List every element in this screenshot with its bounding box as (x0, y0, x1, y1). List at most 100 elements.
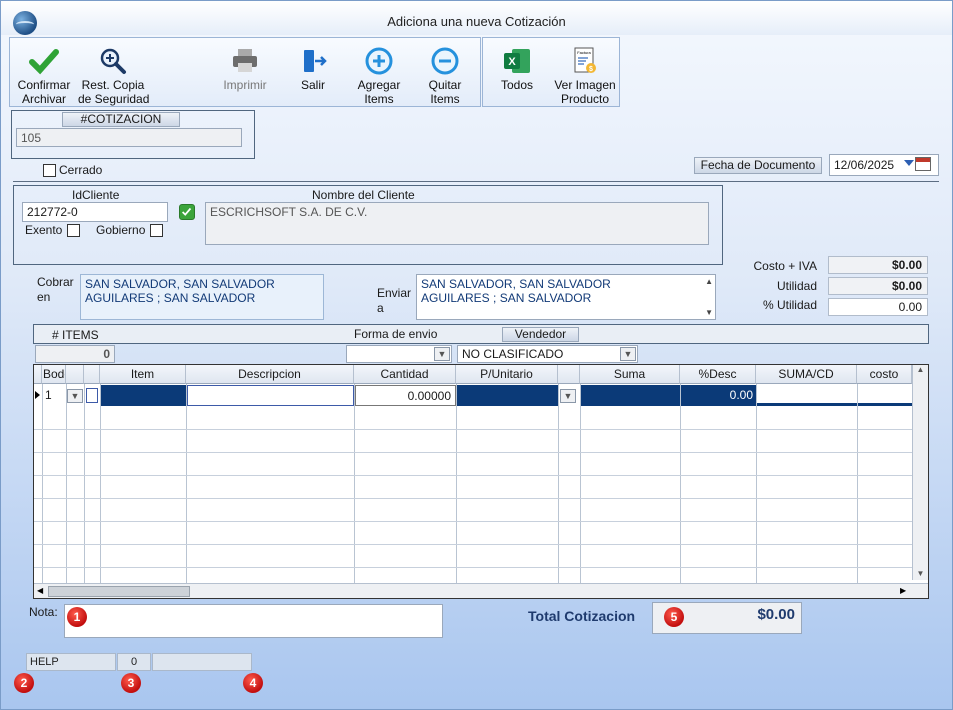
invoice-icon: Factura $ (574, 47, 596, 73)
col-costo[interactable]: costo (857, 365, 912, 384)
cell-suma[interactable] (581, 385, 680, 406)
vendedor-dropdown-icon[interactable]: ▼ (620, 347, 636, 361)
grid-line (186, 384, 187, 584)
grid-row-line (34, 452, 912, 453)
col-suma-cd[interactable]: SUMA/CD (756, 365, 857, 384)
scroll-up-icon[interactable]: ▲ (705, 277, 713, 286)
minus-circle-icon (431, 47, 459, 75)
header-divider (13, 181, 939, 182)
col-dropdown (66, 365, 84, 384)
items-count-value: 0 (35, 345, 115, 363)
col-descripcion[interactable]: Descripcion (186, 365, 354, 384)
grid-scroll-down-icon[interactable]: ▼ (913, 569, 928, 578)
toolbar-main: Confirmar Archivar Rest. Copia de Seguri… (9, 37, 481, 107)
cotizacion-number-field[interactable]: 105 (16, 128, 242, 147)
confirmar-button[interactable]: Confirmar Archivar (10, 38, 78, 106)
grid-line (680, 384, 681, 584)
grid-line (354, 384, 355, 584)
cell-item[interactable] (101, 385, 186, 406)
enviar-label: Enviar (377, 286, 412, 300)
col-cantidad[interactable]: Cantidad (354, 365, 456, 384)
title-bar: Adiciona una nueva Cotización (1, 1, 952, 35)
cell-descripcion[interactable] (187, 385, 354, 406)
validate-cliente-icon[interactable] (179, 204, 195, 220)
col-item[interactable]: Item (100, 365, 186, 384)
grid-row-line (34, 544, 912, 545)
cobrar-label-en: en (37, 290, 51, 304)
callout-badge-2: 2 (14, 673, 34, 693)
idcliente-field[interactable]: 212772-0 (22, 202, 168, 222)
agregar-items-button[interactable]: Agregar Items (346, 38, 412, 106)
scroll-down-icon[interactable]: ▼ (705, 308, 713, 317)
enviar-address-field[interactable]: SAN SALVADOR, SAN SALVADOR AGUILARES ; S… (416, 274, 716, 320)
exento-checkbox[interactable] (67, 224, 80, 237)
col-desc[interactable]: %Desc (680, 365, 756, 384)
cerrado-checkbox[interactable] (43, 164, 56, 177)
ver-imagen-producto-button[interactable]: Factura $ Ver Imagen Producto (551, 38, 619, 106)
callout-badge-4: 4 (243, 673, 263, 693)
cobrar-label: Cobrar (37, 275, 74, 289)
cell-suma-cd[interactable] (757, 385, 857, 406)
gobierno-label: Gobierno (96, 223, 146, 237)
grid-row-line (34, 567, 912, 568)
cotizacion-label: #COTIZACION (62, 112, 180, 127)
forma-envio-label: Forma de envio (354, 327, 438, 341)
grid-line (857, 384, 858, 584)
toolbar-secondary: X Todos Factura $ Ver Imagen Producto (482, 37, 620, 107)
cell-bodega[interactable]: 1 (43, 385, 65, 406)
item-search-icon[interactable] (86, 388, 98, 403)
col-suma[interactable]: Suma (580, 365, 680, 384)
grid-line (84, 384, 85, 584)
col-bodega[interactable]: Bodega (42, 365, 66, 384)
grid-line (756, 384, 757, 584)
grid-vertical-scrollbar[interactable]: ▲ ▼ (912, 365, 928, 580)
excel-icon: X (504, 49, 530, 73)
window-title: Adiciona una nueva Cotización (387, 14, 566, 29)
cell-punitario[interactable] (457, 385, 558, 406)
cell-cantidad[interactable]: 0.00000 (355, 385, 456, 406)
fecha-documento-label: Fecha de Documento (694, 157, 822, 174)
vendedor-select[interactable]: NO CLASIFICADO (457, 345, 638, 363)
grid-row-line (34, 521, 912, 522)
status-count: 0 (117, 653, 151, 671)
cobrar-address-field[interactable]: SAN SALVADOR, SAN SALVADOR AGUILARES ; S… (80, 274, 324, 320)
imprimir-button[interactable]: Imprimir (210, 38, 280, 106)
grid-line (558, 384, 559, 584)
restaurar-copia-button[interactable]: Rest. Copia de Seguridad (78, 38, 149, 106)
utilidad-value: $0.00 (828, 277, 928, 295)
magnifier-plus-icon (100, 48, 126, 74)
cell-desc[interactable]: 0.00 (681, 385, 756, 406)
status-extra (152, 653, 252, 671)
salir-button[interactable]: Salir (280, 38, 346, 106)
cotizacion-window: Adiciona una nueva Cotización Confirmar … (0, 0, 953, 710)
punitario-dropdown-icon[interactable]: ▼ (560, 389, 576, 403)
grid-scroll-thumb[interactable] (48, 586, 190, 597)
forma-envio-dropdown-icon[interactable]: ▼ (434, 347, 450, 361)
checkmark-icon (29, 49, 59, 75)
nombre-cliente-field[interactable]: ESCRICHSOFT S.A. DE C.V. (205, 202, 709, 245)
exento-label: Exento (25, 223, 63, 237)
todos-excel-button[interactable]: X Todos (483, 38, 551, 106)
cell-costo[interactable] (858, 385, 912, 406)
plus-circle-icon (365, 47, 393, 75)
enviar-label-a: a (377, 301, 384, 315)
grid-scroll-left-icon[interactable]: ◀ (37, 586, 43, 595)
grid-horizontal-scrollbar[interactable]: ◀ ▶ (34, 583, 928, 598)
grid-line (66, 384, 67, 584)
nota-field[interactable] (64, 604, 443, 638)
grid-row-header (34, 365, 42, 384)
quitar-items-button[interactable]: Quitar Items (412, 38, 478, 106)
costo-iva-label: Costo + IVA (753, 259, 817, 273)
nombre-cliente-label: Nombre del Cliente (312, 188, 415, 202)
grid-scroll-up-icon[interactable]: ▲ (913, 365, 928, 374)
grid-scroll-right-icon[interactable]: ▶ (900, 586, 906, 595)
date-dropdown-icon[interactable] (904, 160, 914, 166)
items-header-bar: # ITEMS Forma de envio Vendedor (33, 324, 929, 344)
gobierno-checkbox[interactable] (150, 224, 163, 237)
bodega-dropdown-icon[interactable]: ▼ (67, 389, 83, 403)
status-help: HELP (26, 653, 116, 671)
col-search (84, 365, 100, 384)
items-grid[interactable]: Bodega Item Descripcion Cantidad P/Unita… (33, 364, 929, 599)
calendar-icon[interactable] (915, 157, 931, 171)
col-punitario[interactable]: P/Unitario (456, 365, 558, 384)
